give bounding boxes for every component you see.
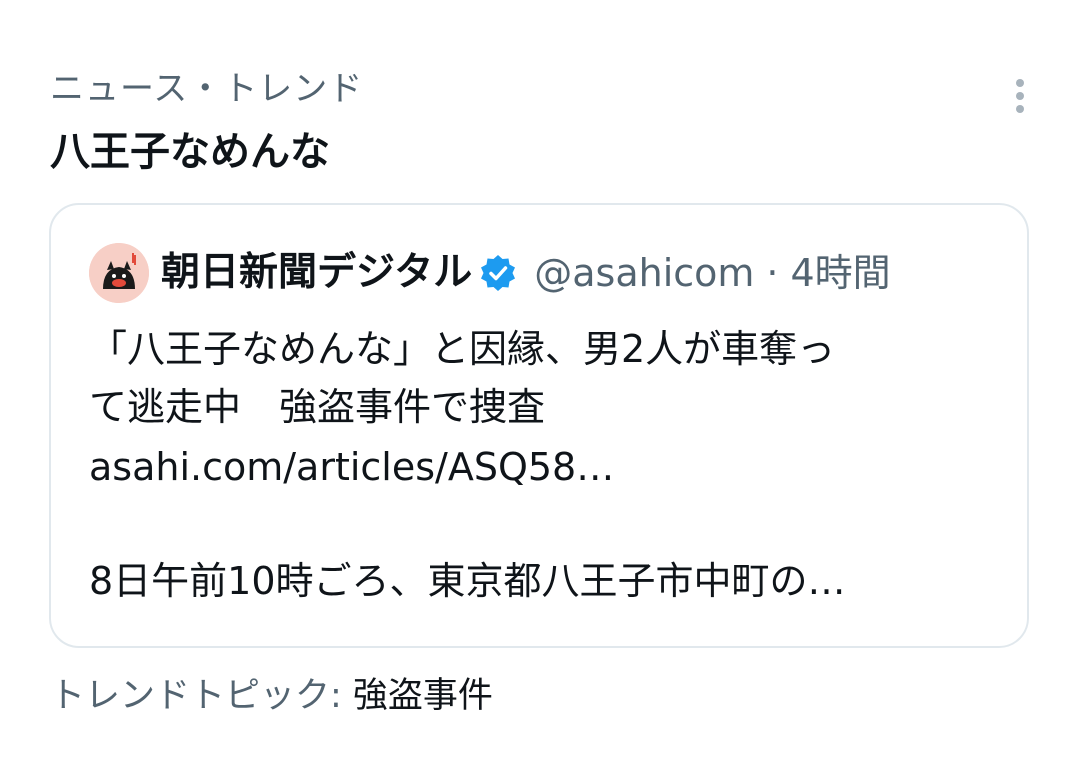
more-vertical-icon-dot — [1016, 105, 1024, 113]
embedded-tweet-card[interactable]: 朝日新聞デジタル @asahicom · 4時間 「八王子なめんな」と因縁、男2… — [49, 203, 1029, 648]
trending-topic-label: トレンドトピック: — [50, 676, 353, 716]
author-handle[interactable]: @asahicom — [534, 248, 754, 298]
more-vertical-icon — [1016, 79, 1024, 87]
more-options-button[interactable] — [1000, 72, 1040, 120]
trend-category: ニュース・トレンド — [50, 69, 364, 109]
trending-topic-value[interactable]: 強盗事件 — [353, 676, 493, 716]
headline-line-2: て逃走中 強盗事件で捜査 — [89, 385, 546, 429]
separator-dot: · — [766, 251, 779, 295]
trend-item[interactable]: ニュース・トレンド 八王子なめんな 朝日新聞デジタル @asahicom · 4… — [0, 0, 1080, 760]
asahi-mascot-avatar-icon — [89, 243, 149, 303]
headline-line-1: 「八王子なめんな」と因縁、男2人が車奪っ — [89, 327, 836, 371]
article-excerpt: 8日午前10時ごろ、東京都八王子市中町の… — [89, 559, 846, 603]
tweet-time[interactable]: 4時間 — [791, 248, 891, 298]
trend-title: 八王子なめんな — [50, 129, 330, 175]
more-vertical-icon-dot — [1016, 92, 1024, 100]
tweet-header: 朝日新聞デジタル @asahicom · 4時間 — [89, 241, 891, 305]
article-link[interactable]: asahi.com/articles/ASQ58… — [89, 438, 989, 496]
avatar[interactable] — [89, 243, 149, 303]
trending-topic: トレンドトピック: 強盗事件 — [50, 670, 493, 722]
author-name[interactable]: 朝日新聞デジタル — [161, 248, 472, 298]
verified-badge-icon — [478, 253, 518, 293]
tweet-body: 「八王子なめんな」と因縁、男2人が車奪っ て逃走中 強盗事件で捜査 asahi.… — [89, 320, 989, 610]
